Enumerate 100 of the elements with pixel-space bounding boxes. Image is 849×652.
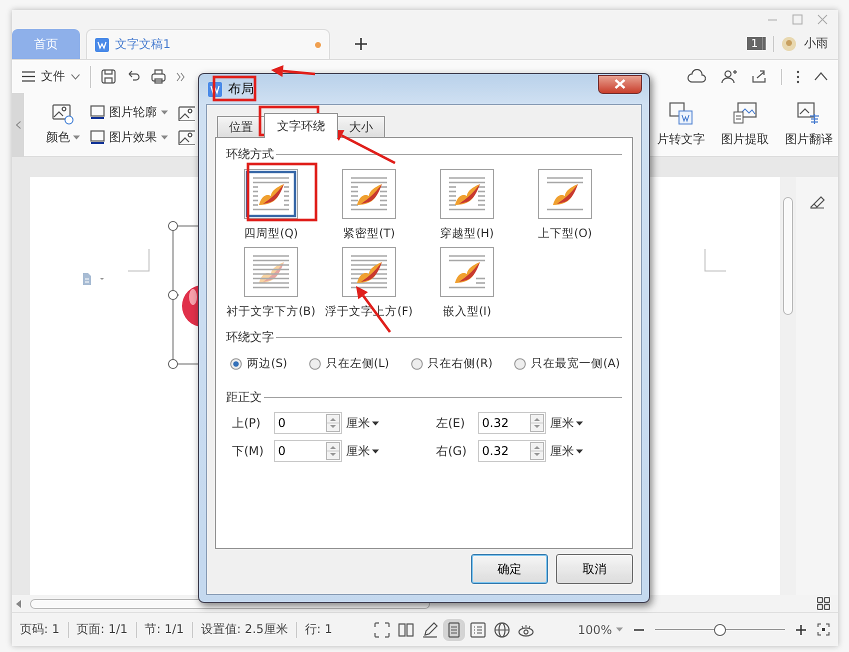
ribbon-button[interactable]: 片转文字 — [654, 102, 708, 148]
wrap-style-icon — [342, 247, 396, 297]
radio-option[interactable]: 两边(S) — [230, 356, 288, 371]
field-label: 下(M) — [232, 442, 265, 460]
highlight-frame — [212, 76, 256, 102]
zoom-dropdown[interactable]: 100% — [578, 622, 623, 636]
document-tab[interactable]: 文字文稿1 — [86, 29, 330, 59]
wrap-style-option[interactable]: 衬于文字下方(B) — [226, 247, 316, 319]
unit-dropdown[interactable]: 厘米 — [346, 414, 379, 432]
radio-option[interactable]: 只在最宽一侧(A) — [514, 356, 620, 371]
ribbon-button[interactable]: 图片效果 — [90, 128, 168, 146]
color-button[interactable]: 颜色 — [46, 103, 80, 146]
corner-mark-icon — [704, 249, 726, 273]
avatar-icon — [781, 36, 797, 52]
field-label: 上(P) — [232, 414, 262, 432]
file-menu-button[interactable]: 文件 — [22, 68, 80, 85]
more-vertical-icon[interactable] — [796, 70, 800, 84]
ribbon-button[interactable]: 图片轮廓 — [90, 104, 168, 120]
new-tab-icon[interactable] — [354, 37, 368, 51]
picture-icon — [52, 103, 74, 125]
highlight-frame — [246, 162, 318, 222]
dialog-title: 布局 — [228, 81, 254, 98]
picture-edit-icon[interactable] — [178, 104, 195, 120]
pencil-icon[interactable] — [422, 622, 438, 638]
unit-dropdown[interactable]: 厘米 — [346, 442, 379, 460]
page-icon[interactable] — [446, 622, 462, 638]
document-icon — [82, 273, 104, 285]
fullscreen-icon[interactable] — [374, 622, 390, 638]
dialog-tab[interactable]: 文字环绕 — [264, 113, 338, 138]
caret-icon — [161, 134, 168, 140]
radio-option[interactable]: 只在左侧(L) — [308, 356, 390, 371]
group-label: 距正文 — [226, 389, 262, 406]
spin-buttons-icon[interactable] — [326, 414, 340, 432]
book-icon[interactable] — [398, 622, 414, 638]
status-item[interactable]: 设置值: 2.5厘米 — [200, 621, 288, 638]
window-count-badge[interactable]: 1 — [747, 37, 766, 50]
wrap-style-option[interactable]: 四周型(Q) — [244, 169, 298, 241]
fit-window-icon[interactable] — [817, 623, 830, 636]
scroll-left-icon[interactable] — [16, 600, 22, 608]
radio-option[interactable]: 只在右侧(R) — [410, 356, 493, 371]
annotation-arrow — [271, 65, 316, 78]
zoom-in-icon[interactable] — [795, 624, 807, 636]
chevron-up-icon[interactable] — [814, 72, 828, 81]
wrap-style-option[interactable]: 上下型(O) — [538, 169, 592, 241]
wrap-style-icon — [440, 247, 494, 297]
status-item[interactable]: 节: 1/1 — [144, 621, 184, 638]
dialog-tab[interactable]: 位置 — [217, 116, 265, 137]
close-icon — [614, 79, 626, 89]
caret-icon — [616, 627, 623, 632]
ribbon-button[interactable]: 图片提取 — [718, 102, 772, 148]
slider-thumb[interactable] — [714, 624, 726, 636]
picture-convert-icon — [733, 102, 757, 124]
cancel-button[interactable]: 取消 — [556, 554, 633, 584]
spin-buttons-icon[interactable] — [326, 442, 340, 460]
caret-icon — [73, 135, 80, 140]
wrap-style-icon — [538, 169, 592, 219]
wrap-style-option[interactable]: 紧密型(T) — [342, 169, 396, 241]
wrap-style-icon — [440, 169, 494, 219]
wrap-style-icon — [244, 169, 298, 219]
grid-icon[interactable] — [817, 597, 830, 610]
picture-frame-icon — [90, 130, 105, 144]
wrap-style-icon — [342, 169, 396, 219]
cloud-icon[interactable] — [687, 69, 707, 84]
picture-reset-icon[interactable] — [178, 128, 195, 144]
save-icon[interactable] — [101, 69, 116, 84]
status-item[interactable]: 页码: 1 — [20, 621, 60, 638]
picture-convert-icon — [797, 102, 821, 124]
caret-icon — [161, 110, 168, 114]
spin-buttons-icon[interactable] — [530, 414, 544, 432]
globe-icon[interactable] — [494, 622, 510, 638]
picture-frame-icon — [90, 105, 105, 119]
group-label: 环绕文字 — [226, 329, 274, 346]
vertical-scrollbar[interactable] — [780, 177, 796, 595]
ok-button[interactable]: 确定 — [471, 554, 548, 584]
picture-convert-icon — [669, 102, 693, 124]
caret-icon — [372, 448, 379, 454]
spin-buttons-icon[interactable] — [530, 442, 544, 460]
list-icon[interactable] — [470, 622, 486, 638]
wrap-style-option[interactable]: 穿越型(H) — [440, 169, 494, 241]
status-item[interactable]: 行: 1 — [304, 621, 332, 638]
ribbon-button[interactable]: 图片翻译 — [782, 102, 836, 148]
more-icon[interactable] — [176, 72, 186, 82]
status-item[interactable]: 页面: 1/1 — [76, 621, 128, 638]
caret-icon — [372, 420, 379, 426]
chevron-down-icon — [71, 74, 80, 80]
wrap-style-option[interactable]: 嵌入型(I) — [440, 247, 494, 319]
scroll-thumb[interactable] — [783, 197, 793, 315]
close-button[interactable] — [598, 74, 642, 94]
unit-dropdown[interactable]: 厘米 — [550, 442, 583, 460]
field-label: 右(G) — [436, 442, 468, 460]
share-icon[interactable] — [751, 69, 767, 84]
group-label: 环绕方式 — [226, 146, 274, 163]
user-name[interactable]: 小雨 — [804, 35, 828, 52]
dialog-tab[interactable]: 大小 — [337, 116, 385, 137]
wrap-style-icon — [244, 247, 298, 297]
add-user-icon[interactable] — [721, 69, 737, 84]
print-icon[interactable] — [151, 69, 166, 84]
unit-dropdown[interactable]: 厘米 — [550, 414, 583, 432]
field-label: 左(E) — [436, 414, 466, 432]
menu-icon — [22, 71, 35, 82]
